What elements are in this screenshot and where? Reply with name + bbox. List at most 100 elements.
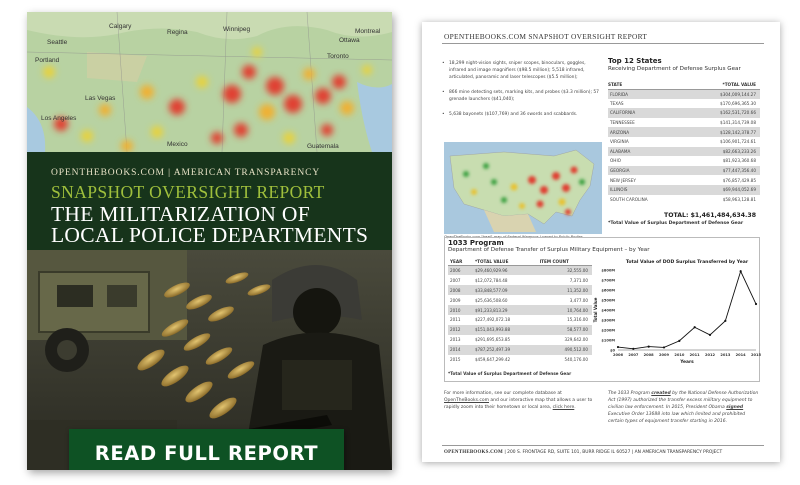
map-label-calgary: Calgary — [109, 23, 132, 30]
count-cell: 540,176.00 — [537, 354, 592, 365]
top-states-title: Top 12 States — [608, 57, 662, 65]
state-cell: VIRGINIA — [608, 136, 682, 147]
report-page-preview: OPENTHEBOOKS.COM SNAPSHOT OVERSIGHT REPO… — [422, 22, 780, 462]
column-header-total-value: *TOTAL VALUE — [681, 80, 760, 90]
bullet-text: 18,299 night-vision sights, sniper scope… — [449, 61, 586, 80]
table-row: ILLINOIS $69,944,052.69 — [608, 184, 760, 195]
program-text-1: The 1033 Program — [608, 391, 652, 396]
year-cell: 2006 — [448, 265, 473, 276]
list-item: • 18,299 night-vision sights, sniper sco… — [442, 60, 602, 81]
x-axis-label: Years — [679, 359, 694, 365]
program-text-3: Executive Order 13688 into law which lim… — [608, 412, 746, 424]
data-point — [708, 333, 712, 336]
program-subtitle: Department of Defense Transfer of Surplu… — [448, 247, 650, 253]
signed-link[interactable]: signed — [726, 405, 743, 410]
value-cell: $141,314,739.08 — [681, 117, 760, 128]
table-row: FLORIDA $304,009,144.27 — [608, 89, 760, 99]
series-line — [617, 270, 757, 350]
count-cell: 11,352.00 — [537, 285, 592, 296]
value-cell: $25,636,508.60 — [472, 295, 538, 306]
count-cell: 7,371.00 — [537, 275, 592, 286]
data-point — [632, 347, 635, 350]
y-tick-label: $0 — [610, 348, 616, 352]
x-tick-label: 2010 — [674, 353, 685, 357]
more-info-text-1: For more information, see our complete d… — [444, 391, 562, 396]
table-row: 2008 $33,848,577.09 11,352.00 — [448, 285, 592, 296]
state-cell: ALABAMA — [608, 146, 682, 157]
value-cell: $304,009,144.27 — [681, 89, 760, 99]
y-tick-label: $500M — [601, 298, 615, 302]
year-cell: 2007 — [448, 275, 473, 286]
data-point — [739, 270, 742, 273]
data-point — [647, 345, 650, 348]
data-point — [616, 345, 620, 349]
table-row: 2007 $12,072,784.48 7,371.00 — [448, 275, 592, 286]
chart-title: Total Value of DOD Surplus Transferred b… — [626, 259, 749, 265]
footer-brand: OPENTHEBOOKS.COM — [444, 450, 503, 455]
state-cell: ILLINOIS — [608, 184, 682, 195]
table-row: 2011 $227,492,072.18 15,316.00 — [448, 315, 592, 325]
more-info-paragraph: For more information, see our complete d… — [444, 390, 604, 411]
table-row: ALABAMA $82,663,233.26 — [608, 146, 760, 157]
y-tick-label: $600M — [601, 288, 615, 292]
state-cell: TEXAS — [608, 98, 682, 109]
year-cell: 2008 — [448, 285, 473, 296]
table-row: ARIZONA $128,142,378.77 — [608, 127, 760, 137]
count-cell: 490,512.00 — [537, 344, 592, 355]
heat-map-image: Calgary Regina Winnipeg Seattle Ottawa P… — [27, 12, 392, 152]
y-tick-label: $800M — [601, 268, 615, 272]
data-point — [693, 326, 696, 329]
table-row: VIRGINIA $106,901,724.61 — [608, 136, 760, 147]
map-label-portland: Portland — [35, 57, 60, 64]
x-tick-label: 2014 — [736, 353, 747, 357]
top-states-table: STATE *TOTAL VALUE FLORIDA $304,009,144.2… — [608, 80, 760, 205]
state-cell: GEORGIA — [608, 165, 682, 176]
read-full-report-button[interactable]: READ FULL REPORT — [69, 429, 344, 470]
x-tick-label: 2006 — [613, 353, 624, 357]
count-cell: 58,577.00 — [537, 324, 592, 335]
map-label-las-vegas: Las Vegas — [85, 95, 116, 102]
value-cell: $77,447,356.40 — [681, 165, 760, 176]
table-row: 2010 $91,233,813.29 10,764.00 — [448, 305, 592, 316]
value-cell: $459,647,299.42 — [472, 354, 538, 365]
report-footer: OPENTHEBOOKS.COM | 200 S. FRONTAGE RD, S… — [444, 450, 722, 455]
created-link[interactable]: created — [651, 391, 670, 396]
year-cell: 2014 — [448, 344, 473, 355]
table-row: SOUTH CAROLINA $58,963,128.81 — [608, 194, 760, 205]
openthebooks-link[interactable]: OpenTheBooks.com — [444, 398, 489, 403]
transfers-by-year-table: YEAR *TOTAL VALUE ITEM COUNT 2006 $29,460… — [448, 257, 592, 365]
bullet-icon: • — [442, 112, 445, 117]
value-cell: $82,663,233.26 — [681, 146, 760, 157]
program-paragraph: The 1033 Program created by the National… — [608, 390, 760, 425]
program-footnote: *Total Value of Surplus Department of De… — [448, 371, 572, 376]
column-header-total-value: *TOTAL VALUE — [472, 257, 538, 267]
year-cell: 2015 — [448, 354, 473, 365]
x-tick-label: 2012 — [705, 353, 716, 357]
y-tick-label: $700M — [601, 278, 615, 282]
map-label-toronto: Toronto — [327, 53, 349, 60]
map-label-montreal: Montreal — [355, 28, 381, 35]
equipment-bullet-list: • 18,299 night-vision sights, sniper sco… — [442, 60, 602, 126]
list-item: • 5,638 bayonets ($107,769) and 36 sword… — [442, 111, 602, 118]
value-cell: $151,043,993.88 — [472, 324, 538, 335]
y-tick-label: $200M — [601, 328, 615, 332]
column-header-item-count: ITEM COUNT — [537, 257, 592, 267]
click-here-link[interactable]: click here — [553, 405, 575, 410]
value-cell: $128,142,378.77 — [681, 127, 760, 137]
table-row: 2012 $151,043,993.88 58,577.00 — [448, 324, 592, 335]
report-cover[interactable]: Calgary Regina Winnipeg Seattle Ottawa P… — [27, 12, 392, 470]
map-label-regina: Regina — [167, 29, 188, 36]
x-tick-label: 2009 — [659, 353, 670, 357]
cover-kicker: SNAPSHOT OVERSIGHT REPORT — [51, 182, 325, 202]
map-label-winnipeg: Winnipeg — [223, 26, 250, 33]
bullet-icon: • — [442, 90, 445, 95]
year-cell: 2010 — [448, 305, 473, 316]
x-tick-label: 2008 — [644, 353, 655, 357]
value-cell: $69,944,052.69 — [681, 184, 760, 195]
list-item: • 866 mine detecting sets, marking kits,… — [442, 89, 602, 103]
value-cell: $33,848,577.09 — [472, 285, 538, 296]
value-cell: $291,695,653.85 — [472, 334, 538, 345]
value-cell: $787,252,497.39 — [472, 344, 538, 355]
year-cell: 2012 — [448, 324, 473, 335]
x-tick-label: 2007 — [628, 353, 639, 357]
